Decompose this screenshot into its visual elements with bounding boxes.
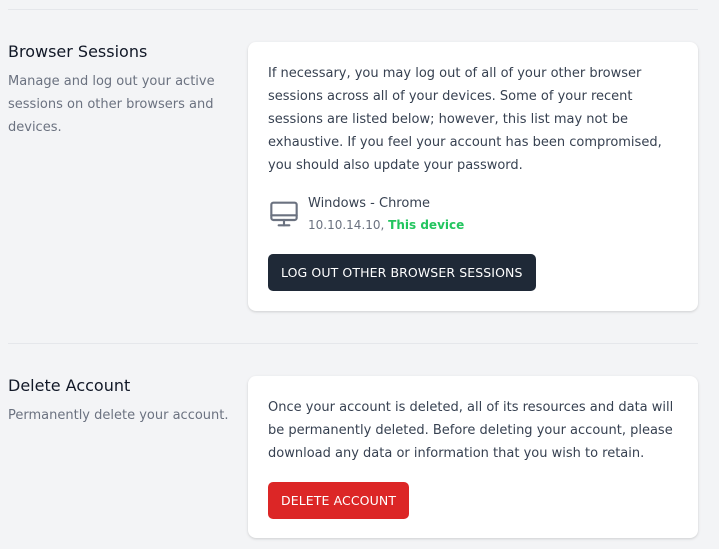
section-divider <box>8 343 698 344</box>
delete-account-body: Once your account is deleted, all of its… <box>268 400 674 461</box>
delete-account-title: Delete Account <box>8 376 131 395</box>
session-item: Windows - Chrome 10.10.14.10, This devic… <box>268 194 668 238</box>
browser-sessions-title: Browser Sessions <box>8 42 148 61</box>
browser-sessions-body: If necessary, you may log out of all of … <box>268 66 662 173</box>
monitor-icon <box>270 201 298 227</box>
delete-account-button[interactable]: DELETE ACCOUNT <box>268 482 410 519</box>
browser-sessions-description: Manage and log out your active sessions … <box>8 74 215 135</box>
logout-other-sessions-button[interactable]: LOG OUT OTHER BROWSER SESSIONS <box>268 254 536 291</box>
session-meta: 10.10.14.10, This device <box>308 215 464 235</box>
session-platform: Windows - Chrome <box>308 196 430 211</box>
session-ip: 10.10.14.10 <box>308 218 381 232</box>
browser-sessions-card: If necessary, you may log out of all of … <box>248 42 698 311</box>
delete-account-card: Once your account is deleted, all of its… <box>248 376 698 538</box>
this-device-label: This device <box>388 218 465 232</box>
section-divider-top <box>8 9 698 10</box>
delete-account-description: Permanently delete your account. <box>8 408 229 423</box>
